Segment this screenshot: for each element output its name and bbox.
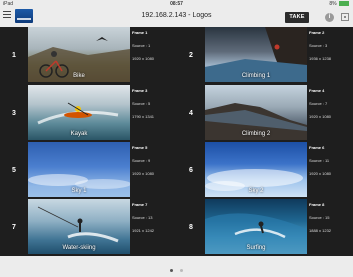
frame-info: Frame 1 Source : 1 1920 x 1080 <box>132 30 176 69</box>
frame-info: Frame 8 Source : 15 1888 x 1232 <box>309 202 353 241</box>
frame-source: Source : 5 <box>132 101 151 106</box>
frame-info: Frame 6 Source : 11 1920 x 1080 <box>309 145 353 184</box>
frame-thumbnail[interactable]: Kayak <box>28 85 130 140</box>
frame-label: Frame 5 <box>132 145 148 150</box>
frame-caption: Surfing <box>246 245 266 251</box>
frame-label: Frame 7 <box>132 202 148 207</box>
page-indicator[interactable] <box>0 259 353 272</box>
frame-label: Frame 2 <box>309 30 325 35</box>
frame-caption: Climbing 2 <box>241 131 271 137</box>
frame-resolution: 1920 x 1080 <box>309 171 332 176</box>
frame-tile-7[interactable]: 7 Water-skiing Frame 7 Source : 13 1921 … <box>0 199 176 256</box>
frame-label: Frame 1 <box>132 30 148 35</box>
frame-source: Source : 15 <box>309 215 330 220</box>
battery-indicator: 8% <box>329 0 349 8</box>
frame-source: Source : 1 <box>132 43 151 48</box>
battery-percent: 8% <box>329 1 337 7</box>
frame-tile-6[interactable]: 6 Sky 2 Frame 6 Source : 11 1920 x 1080 <box>177 142 353 199</box>
clock: 08:57 <box>170 1 183 7</box>
nav-bar: 192.168.2.143 - Logos TAKE i <box>0 8 353 27</box>
frame-number: 3 <box>12 110 16 117</box>
frame-number: 1 <box>12 52 16 59</box>
frame-number: 5 <box>12 167 16 174</box>
info-icon[interactable]: i <box>325 13 334 22</box>
page-dot[interactable] <box>179 269 183 272</box>
frame-info: Frame 2 Source : 3 1936 x 1238 <box>309 30 353 69</box>
frame-source: Source : 7 <box>309 101 328 106</box>
frame-tile-3[interactable]: 3 Kayak Frame 3 Source : 5 1790 x 1341 <box>0 85 176 142</box>
frame-tile-8[interactable]: 8 Surfing Frame 8 Source : 15 1888 x 123… <box>177 199 353 256</box>
layout-icon[interactable] <box>341 13 349 21</box>
frame-number: 8 <box>189 224 193 231</box>
frame-label: Frame 6 <box>309 145 325 150</box>
frame-tile-2[interactable]: 2 Climbing 1 Frame 2 Source : 3 1936 x 1… <box>177 27 353 84</box>
frame-caption: Sky 2 <box>248 188 264 194</box>
frame-info: Frame 7 Source : 13 1921 x 1242 <box>132 202 176 241</box>
frame-resolution: 1921 x 1242 <box>132 228 155 233</box>
frame-caption: Climbing 1 <box>241 73 271 79</box>
frame-info: Frame 4 Source : 7 1920 x 1080 <box>309 88 353 127</box>
page-dot-active[interactable] <box>170 269 174 272</box>
frame-info: Frame 5 Source : 9 1920 x 1080 <box>132 145 176 184</box>
frame-resolution: 1920 x 1080 <box>132 171 155 176</box>
frame-info: Frame 3 Source : 5 1790 x 1341 <box>132 88 176 127</box>
frame-grid: 1 Bike Frame 1 Source : 1 1920 x 1080 2 <box>0 27 353 256</box>
frame-number: 6 <box>189 167 193 174</box>
frame-source: Source : 13 <box>132 215 153 220</box>
frame-source: Source : 11 <box>309 158 330 163</box>
frame-source: Source : 9 <box>132 158 151 163</box>
frame-number: 7 <box>12 224 16 231</box>
take-button[interactable]: TAKE <box>285 12 309 23</box>
frame-thumbnail[interactable]: Water-skiing <box>28 199 130 254</box>
frame-thumbnail[interactable]: Surfing <box>205 199 307 254</box>
frame-resolution: 1888 x 1232 <box>309 228 332 233</box>
frame-thumbnail[interactable]: Climbing 1 <box>205 27 307 82</box>
frame-caption: Bike <box>73 73 85 79</box>
frame-tile-4[interactable]: 4 Climbing 2 Frame 4 Source : 7 1920 x 1… <box>177 85 353 142</box>
frame-resolution: 1936 x 1238 <box>309 56 332 61</box>
frame-thumbnail[interactable]: Sky 1 <box>28 142 130 197</box>
frame-tile-5[interactable]: 5 Sky 1 Frame 5 Source : 9 1920 x 1080 <box>0 142 176 199</box>
frame-thumbnail[interactable]: Climbing 2 <box>205 85 307 140</box>
status-bar: iPad 08:57 8% <box>0 0 353 8</box>
frame-label: Frame 4 <box>309 88 325 93</box>
frame-tile-1[interactable]: 1 Bike Frame 1 Source : 1 1920 x 1080 <box>0 27 176 84</box>
frame-number: 2 <box>189 52 193 59</box>
frame-thumbnail[interactable]: Sky 2 <box>205 142 307 197</box>
frame-resolution: 1920 x 1080 <box>309 114 332 119</box>
frame-label: Frame 3 <box>132 88 148 93</box>
frame-caption: Kayak <box>70 131 88 137</box>
frame-caption: Water-skiing <box>62 245 96 251</box>
frame-source: Source : 3 <box>309 43 328 48</box>
battery-icon <box>339 1 349 7</box>
frame-resolution: 1790 x 1341 <box>132 114 155 119</box>
frame-resolution: 1920 x 1080 <box>132 56 155 61</box>
frame-caption: Sky 1 <box>71 188 87 194</box>
frame-thumbnail[interactable]: Bike <box>28 27 130 82</box>
frame-number: 4 <box>189 110 193 117</box>
frame-label: Frame 8 <box>309 202 325 207</box>
